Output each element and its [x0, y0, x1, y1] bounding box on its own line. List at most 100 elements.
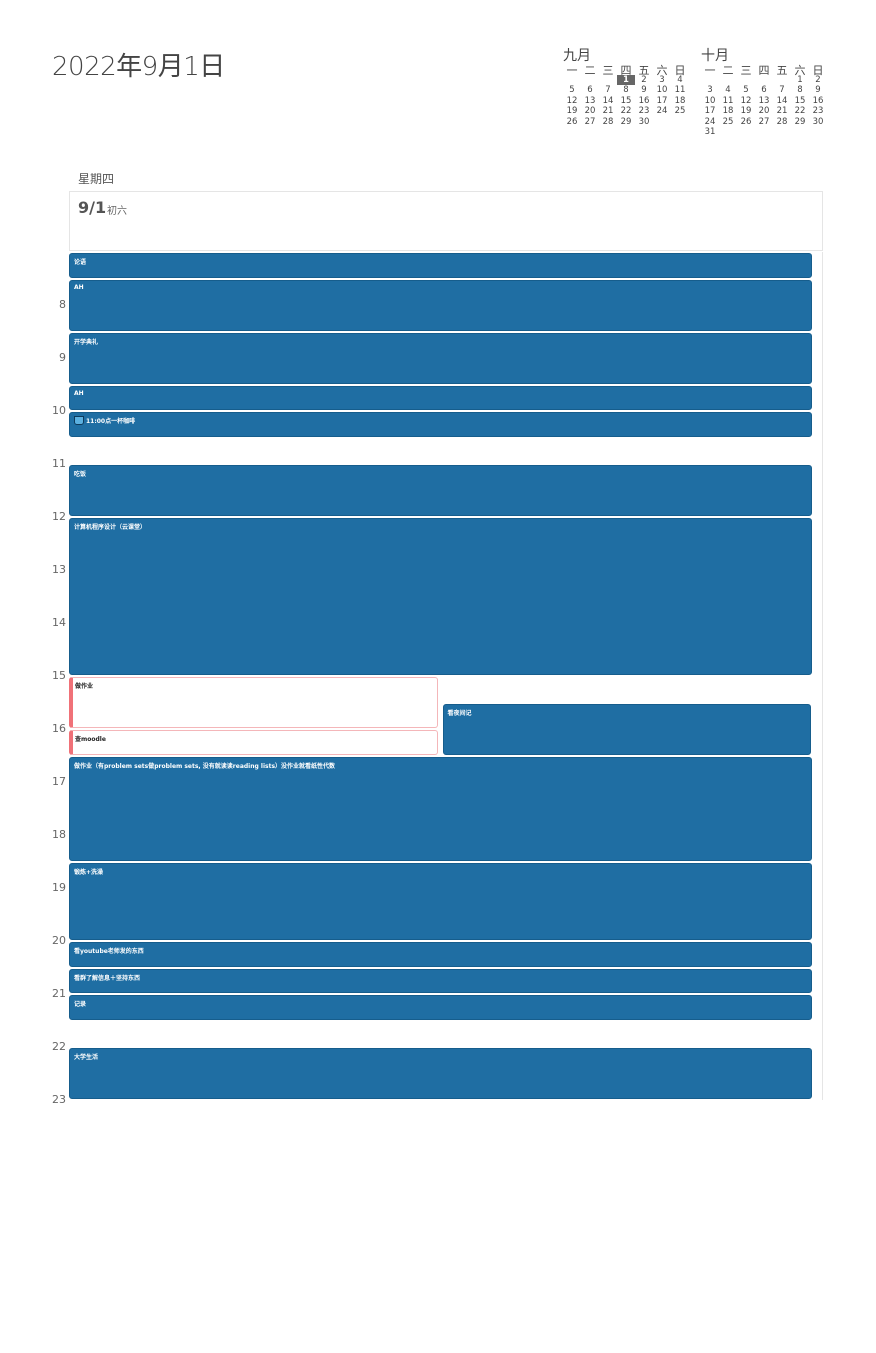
mini-calendar-day[interactable]: 24: [701, 117, 719, 128]
mini-calendar-day[interactable]: 5: [737, 85, 755, 96]
mini-calendar-day[interactable]: 26: [563, 117, 581, 128]
mini-calendar-day[interactable]: 13: [581, 96, 599, 107]
calendar-event[interactable]: 记录: [69, 995, 812, 1020]
mini-calendar-day[interactable]: 16: [809, 96, 827, 107]
mini-calendar-grid: 一二三四五六日 1 2 3 4 5 6 7 8 9 10 11 12 13 14 15 16 17 18 19 20 21…: [563, 64, 689, 127]
mini-calendar-day[interactable]: 11: [719, 96, 737, 107]
mini-calendar-day[interactable]: 15: [791, 96, 809, 107]
hour-label: 8: [59, 298, 66, 311]
hour-label: 10: [52, 404, 66, 417]
mini-calendar-day[interactable]: 14: [599, 96, 617, 107]
mini-calendar-day[interactable]: 15: [617, 96, 635, 107]
mini-calendar-blank: [563, 75, 581, 86]
mini-calendar-day[interactable]: 29: [617, 117, 635, 128]
calendar-event[interactable]: 看夜间记: [442, 703, 811, 755]
event-title: 计算机程序设计（云课堂）: [74, 524, 147, 531]
mini-calendar-day[interactable]: 18: [671, 96, 689, 107]
mini-calendar-day[interactable]: 25: [719, 117, 737, 128]
mini-calendar-day[interactable]: 12: [563, 96, 581, 107]
mini-calendar-day[interactable]: 16: [635, 96, 653, 107]
mini-calendar-day[interactable]: 26: [737, 117, 755, 128]
calendar-event[interactable]: 计算机程序设计（云课堂）: [69, 518, 812, 675]
mini-calendar-day[interactable]: 31: [701, 127, 719, 138]
mini-calendar-day[interactable]: 28: [773, 117, 791, 128]
mini-calendar-day[interactable]: 20: [581, 106, 599, 117]
hour-label: 13: [52, 563, 66, 576]
mini-calendar-day[interactable]: 14: [773, 96, 791, 107]
mini-calendar-day[interactable]: 3: [701, 85, 719, 96]
calendar-event[interactable]: 开学典礼: [69, 332, 812, 384]
mini-calendar-day[interactable]: 11: [671, 85, 689, 96]
mini-calendar-day[interactable]: 1: [617, 74, 635, 85]
calendar-event[interactable]: 吃饭: [69, 465, 812, 516]
mini-calendar-day[interactable]: 8: [791, 85, 809, 96]
calendar-event[interactable]: 做作业（有problem sets做problem sets, 没有就读读rea…: [69, 756, 812, 861]
mini-calendar-day[interactable]: 7: [599, 85, 617, 96]
mini-calendar-day[interactable]: 17: [701, 106, 719, 117]
mini-calendar-day[interactable]: 20: [755, 106, 773, 117]
mini-calendar-blank: [719, 75, 737, 86]
mini-calendar-day[interactable]: 18: [719, 106, 737, 117]
mini-calendar-day[interactable]: 30: [635, 117, 653, 128]
event-title: 看夜间记: [447, 709, 472, 717]
hour-label: 21: [52, 987, 66, 1000]
mini-calendar-day[interactable]: 6: [755, 85, 773, 96]
mini-calendar-day[interactable]: 21: [599, 106, 617, 117]
mini-calendar-day[interactable]: 13: [755, 96, 773, 107]
mini-calendar-day[interactable]: 4: [719, 85, 737, 96]
calendar-event[interactable]: 做作业: [69, 677, 438, 728]
mini-calendar-day[interactable]: 23: [809, 106, 827, 117]
calendar-event[interactable]: 大学生活: [69, 1048, 812, 1099]
event-title: AH: [74, 283, 84, 291]
event-title: 查moodle: [75, 736, 106, 743]
calendar-event[interactable]: AH: [69, 279, 812, 331]
calendar-event[interactable]: 论语: [69, 253, 812, 278]
mini-calendar-day[interactable]: 22: [791, 106, 809, 117]
mini-calendar-day[interactable]: 10: [701, 96, 719, 107]
mini-calendar-day[interactable]: 10: [653, 85, 671, 96]
mini-calendar-day[interactable]: 5: [563, 85, 581, 96]
mini-calendar-day[interactable]: 27: [581, 117, 599, 128]
mini-calendar-october[interactable]: 十月一二三四五六日 1 2 3 4 5 6 7 8 9 10 11 12 13 14 15 16 17 18 19 20…: [701, 48, 827, 138]
calendar-event[interactable]: AH: [69, 385, 812, 410]
mini-calendar-day[interactable]: 9: [635, 85, 653, 96]
all-day-area[interactable]: 9/1 初六: [69, 191, 823, 251]
event-title: 论语: [74, 259, 87, 266]
calendar-event[interactable]: 看youtube老师发的东西: [69, 942, 812, 967]
mini-calendar-day[interactable]: 28: [599, 117, 617, 128]
mini-calendar-day[interactable]: 21: [773, 106, 791, 117]
calendar-event[interactable]: 看群了解信息＋坚持东西: [69, 968, 812, 993]
mini-calendar-day[interactable]: 24: [653, 106, 671, 117]
mini-calendar-day[interactable]: 17: [653, 96, 671, 107]
mini-calendar-day[interactable]: 12: [737, 96, 755, 107]
mini-calendar-day[interactable]: 2: [809, 75, 827, 86]
mini-calendar-day[interactable]: 3: [653, 75, 671, 86]
mini-calendar-day[interactable]: 19: [737, 106, 755, 117]
mini-calendar-day[interactable]: 23: [635, 106, 653, 117]
mini-calendar-day[interactable]: 30: [809, 117, 827, 128]
hour-label: 22: [52, 1040, 66, 1053]
mini-calendar-day[interactable]: 19: [563, 106, 581, 117]
mini-calendar-september[interactable]: 九月一二三四五六日 1 2 3 4 5 6 7 8 9 10 11 12 13 14 15 16 17 18 19 20…: [563, 48, 689, 127]
event-title: 吃饭: [74, 471, 87, 478]
mini-calendar-day[interactable]: 22: [617, 106, 635, 117]
hour-label: 16: [52, 722, 66, 735]
calendar-event[interactable]: 查moodle: [69, 730, 438, 755]
mini-calendar-day[interactable]: 9: [809, 85, 827, 96]
calendar-event[interactable]: 锻炼+洗澡: [69, 862, 812, 940]
mini-calendar-day[interactable]: 6: [581, 85, 599, 96]
mini-calendar-day[interactable]: 2: [635, 75, 653, 86]
mini-calendar-day[interactable]: 29: [791, 117, 809, 128]
event-title: 做作业: [75, 683, 94, 690]
event-title: AH: [74, 389, 84, 397]
mini-calendar-day[interactable]: 1: [791, 75, 809, 86]
coffee-cup-icon: [74, 416, 84, 425]
mini-calendar-day[interactable]: 25: [671, 106, 689, 117]
event-title: 看youtube老师发的东西: [74, 948, 144, 955]
event-title: 记录: [74, 1001, 87, 1008]
mini-calendar-day[interactable]: 8: [617, 85, 635, 96]
mini-calendar-day[interactable]: 27: [755, 117, 773, 128]
mini-calendar-day[interactable]: 4: [671, 75, 689, 86]
mini-calendar-day[interactable]: 7: [773, 85, 791, 96]
calendar-event[interactable]: 11:00点一杯咖啡: [69, 412, 812, 437]
